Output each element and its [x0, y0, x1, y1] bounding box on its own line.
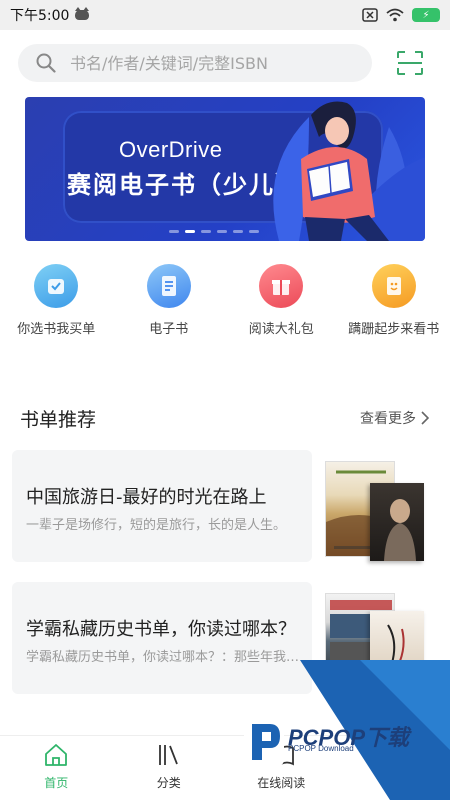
category-label: 阅读大礼包 [248, 322, 314, 337]
pagination-dot[interactable] [249, 230, 259, 233]
see-more-link[interactable]: 查看更多 [360, 408, 429, 428]
search-box[interactable] [18, 44, 372, 82]
nav-label: 分类 [156, 776, 181, 790]
book-list-card[interactable]: 中国旅游日-最好的时光在路上 一辈子是场修行，短的是旅行，长的是人生。 [12, 450, 312, 562]
banner-pagination [169, 230, 259, 233]
home-icon [45, 744, 68, 766]
cart-check-icon [34, 264, 79, 308]
pagination-dot[interactable] [217, 230, 227, 233]
pagination-dot[interactable] [169, 230, 179, 233]
nav-category[interactable]: 分类 [113, 736, 226, 800]
pagination-dot[interactable] [233, 230, 243, 233]
scan-icon[interactable] [396, 50, 424, 76]
nav-label: 首页 [44, 776, 69, 790]
pagination-dot-active[interactable] [185, 230, 195, 233]
status-bar: 下午5:00 ⚡ [0, 0, 450, 30]
book-list-title: 中国旅游日-最好的时光在路上 [26, 487, 267, 508]
watermark-logo: PCPOP下载 PCPOP Download [240, 660, 450, 800]
category-shortcuts: 你选书我买单 电子书 阅读大礼包 蹒跚起步来看书 [0, 264, 450, 337]
category-toddler-reading[interactable]: 蹒跚起步来看书 [338, 264, 450, 337]
category-label: 蹒跚起步来看书 [348, 322, 440, 337]
search-icon [36, 53, 56, 73]
chevron-right-icon [421, 411, 429, 425]
category-label: 你选书我买单 [17, 322, 96, 337]
ebook-icon [146, 264, 191, 308]
pagination-dot[interactable] [201, 230, 211, 233]
wifi-icon [386, 8, 404, 22]
promo-banner[interactable]: OverDrive 赛阅电子书（少儿） [25, 97, 425, 241]
cat-notification-icon [75, 7, 90, 20]
see-more-label: 查看更多 [360, 411, 416, 427]
category-you-choose-we-buy[interactable]: 你选书我买单 [0, 264, 113, 337]
battery-charging-icon: ⚡ [412, 8, 440, 22]
category-ebook[interactable]: 电子书 [113, 264, 226, 337]
books-icon [158, 745, 178, 765]
category-label: 电子书 [149, 322, 189, 337]
book-list-title: 学霸私藏历史书单，你读过哪本？ [26, 619, 296, 640]
sim-x-icon [362, 8, 378, 22]
status-time: 下午5:00 [10, 8, 70, 24]
search-input[interactable] [70, 53, 340, 73]
smiley-book-icon [371, 264, 416, 308]
gift-icon [259, 264, 304, 308]
watermark-subtext: PCPOP Download [288, 744, 354, 753]
category-reading-gift-pack[interactable]: 阅读大礼包 [225, 264, 338, 337]
search-row [18, 44, 438, 82]
section-title: 书单推荐 [20, 409, 97, 431]
book-list-desc: 一辈子是场修行，短的是旅行，长的是人生。 [26, 518, 287, 533]
book-cover-image [370, 483, 424, 561]
banner-brand: OverDrive [119, 137, 223, 162]
nav-home[interactable]: 首页 [0, 736, 113, 800]
reading-girl-illustration [273, 101, 425, 241]
